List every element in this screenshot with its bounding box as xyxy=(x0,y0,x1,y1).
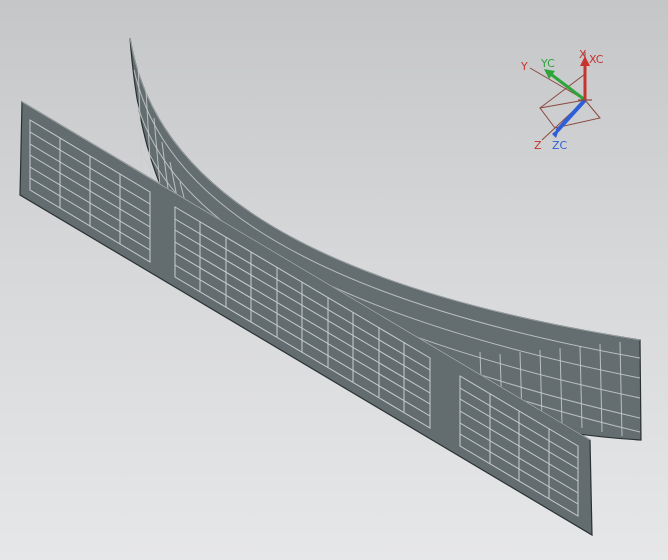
zc-arrowhead-icon xyxy=(552,127,560,138)
label-xc: XC xyxy=(589,53,604,66)
label-y: Y xyxy=(520,60,528,73)
label-x: X xyxy=(579,48,587,61)
label-yc: YC xyxy=(540,57,555,70)
yc-axis-arrow xyxy=(547,70,586,102)
front-panel-top-edge xyxy=(21,101,591,441)
triad-frame-edge xyxy=(539,73,586,109)
coordinate-triad[interactable]: X XC Y YC Z ZC xyxy=(520,48,604,152)
label-zc: ZC xyxy=(552,139,568,152)
cad-graphics-viewport[interactable]: X XC Y YC Z ZC xyxy=(0,0,668,560)
label-z: Z xyxy=(534,139,542,152)
